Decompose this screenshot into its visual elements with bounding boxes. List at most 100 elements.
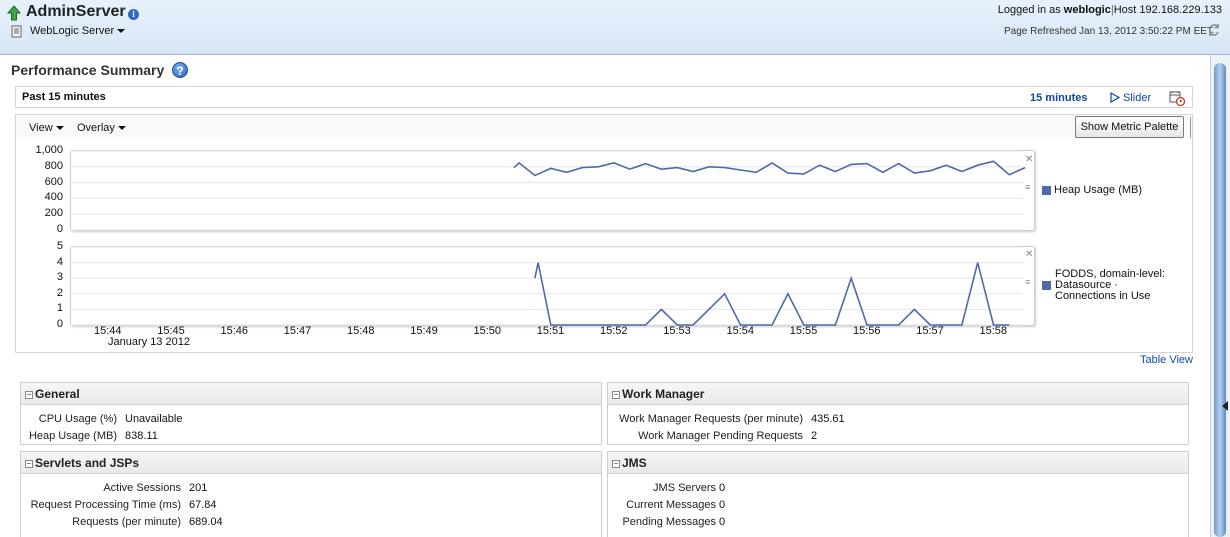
page-header: AdminServer i WebLogic Server Logged in … [0, 0, 1230, 55]
host-value: 192.168.229.133 [1139, 4, 1222, 16]
x-tick-label: 15:46 [220, 325, 249, 337]
vertical-scrollbar[interactable] [1210, 55, 1230, 537]
legend-swatch [1042, 186, 1051, 195]
jms-title: JMS [622, 456, 647, 470]
jms-servers-label: JMS Servers [653, 482, 716, 494]
y-tick-label: 4 [56, 255, 63, 268]
y-tick-label: 600 [44, 175, 63, 188]
x-tick-label: 15:54 [726, 325, 755, 337]
heap-usage-label: Heap Usage (MB) [28, 430, 117, 442]
page-title: Performance Summary [11, 62, 165, 78]
chevron-down-icon [55, 126, 64, 131]
slider-link[interactable]: Slider [1123, 92, 1151, 104]
play-triangle-icon [1110, 92, 1120, 103]
y-tick-label: 1,000 [35, 144, 63, 156]
wm-pending-label: Work Manager Pending Requests [638, 430, 803, 442]
jms-header[interactable]: − JMS [608, 452, 1188, 474]
collapse-icon[interactable]: − [25, 390, 33, 399]
general-header[interactable]: − General [21, 383, 601, 405]
fodds-chart [71, 246, 1023, 326]
jms-servers-value: 0 [719, 482, 726, 494]
chevron-down-icon [117, 126, 126, 131]
x-tick-label: 15:58 [979, 325, 1008, 337]
y-tick-label: 800 [44, 159, 63, 172]
y-tick-label: 0 [56, 223, 63, 235]
view-menu[interactable]: View [29, 122, 64, 134]
view-menu-label: View [29, 122, 53, 134]
calendar-clock-icon[interactable] [1169, 90, 1185, 106]
overlay-menu[interactable]: Overlay [77, 122, 126, 134]
chart-toolbar: View Overlay Show Metric Palette [15, 114, 1193, 139]
arrow-up-icon [7, 5, 21, 21]
current-messages-value: 0 [719, 499, 726, 511]
time-range-label: Past 15 minutes [22, 91, 106, 103]
chevron-down-icon [117, 29, 126, 34]
show-metric-palette-button[interactable]: Show Metric Palette [1075, 116, 1184, 138]
requests-label: Requests (per minute) [72, 516, 181, 528]
request-time-label: Request Processing Time (ms) [30, 499, 181, 511]
request-time-value: 67.84 [189, 499, 217, 511]
x-tick-label: 15:53 [663, 325, 691, 337]
servlets-panel: − Servlets and JSPs Active Sessions 201 R… [20, 451, 602, 537]
login-info: Logged in as weblogic|Host 192.168.229.1… [998, 4, 1222, 16]
jms-panel: − JMS JMS Servers 0 Current Messages 0 Pe… [607, 451, 1189, 537]
x-tick-label: 15:56 [853, 325, 881, 337]
logged-in-prefix: Logged in as [997, 4, 1061, 16]
active-sessions-value: 201 [189, 482, 208, 494]
close-chart-icon[interactable]: ✕ [1025, 154, 1033, 165]
cpu-usage-value: Unavailable [125, 413, 183, 425]
work-manager-panel: − Work Manager Work Manager Requests (per… [607, 382, 1189, 445]
drag-handle-icon[interactable]: ≡ [1025, 182, 1030, 192]
work-manager-header[interactable]: − Work Manager [608, 383, 1188, 405]
x-tick-label: 15:52 [600, 325, 628, 337]
wm-requests-label: Work Manager Requests (per minute) [619, 413, 803, 425]
x-tick-label: 15:51 [536, 325, 565, 337]
server-menu-label: WebLogic Server [30, 25, 115, 37]
servlets-header[interactable]: − Servlets and JSPs [21, 452, 601, 474]
drag-handle-icon[interactable]: ≡ [1025, 277, 1030, 287]
x-tick-label: 15:55 [789, 325, 818, 337]
close-chart-icon[interactable]: ✕ [1025, 249, 1033, 260]
y-tick-label: 0 [56, 318, 63, 330]
duration-link[interactable]: 15 minutes [1030, 92, 1087, 104]
table-view-link[interactable]: Table View [1140, 354, 1193, 366]
collapse-arrow-icon[interactable] [1222, 401, 1228, 411]
servlets-title: Servlets and JSPs [35, 456, 140, 470]
series-line[interactable] [513, 160, 1026, 177]
legend-fodds-line3: Connections in Use [1055, 290, 1151, 302]
y-tick-label: 5 [56, 240, 63, 252]
page-refreshed: Page Refreshed Jan 13, 2012 3:50:22 PM E… [1004, 26, 1214, 37]
time-range-bar: Past 15 minutes 15 minutes Slider [15, 86, 1193, 108]
server-name: AdminServer [26, 3, 126, 20]
pending-messages-label: Pending Messages [622, 516, 716, 528]
general-panel: − General CPU Usage (%) Unavailable Heap … [20, 382, 602, 445]
server-icon [11, 25, 22, 38]
info-icon[interactable]: i [128, 9, 139, 20]
user-name[interactable]: weblogic [1064, 4, 1111, 16]
y-tick-label: 1 [56, 302, 63, 315]
refresh-icon[interactable] [1207, 23, 1221, 37]
collapse-icon[interactable]: − [25, 459, 33, 468]
x-tick-label: 15:49 [410, 325, 438, 337]
requests-value: 689.04 [189, 516, 223, 528]
legend-heap: Heap Usage (MB) [1054, 184, 1143, 196]
collapse-icon[interactable]: − [612, 390, 620, 399]
heap-chart [71, 150, 1026, 231]
x-axis-date: January 13 2012 [108, 336, 190, 348]
x-tick-label: 15:48 [347, 325, 375, 337]
work-manager-title: Work Manager [622, 387, 705, 401]
x-tick-label: 15:47 [283, 325, 312, 337]
overlay-menu-label: Overlay [77, 122, 115, 134]
server-menu[interactable]: WebLogic Server [30, 25, 126, 37]
collapse-icon[interactable]: − [612, 459, 620, 468]
wm-pending-value: 2 [811, 430, 818, 442]
current-messages-label: Current Messages [626, 499, 716, 511]
scrollbar-thumb[interactable] [1214, 63, 1226, 537]
x-tick-label: 15:50 [473, 325, 502, 337]
legend-swatch [1042, 281, 1051, 290]
y-tick-label: 2 [56, 286, 63, 299]
y-tick-label: 200 [44, 207, 63, 220]
pending-messages-value: 0 [719, 516, 726, 528]
host-label: Host [1113, 4, 1137, 16]
help-icon[interactable]: ? [172, 62, 188, 78]
